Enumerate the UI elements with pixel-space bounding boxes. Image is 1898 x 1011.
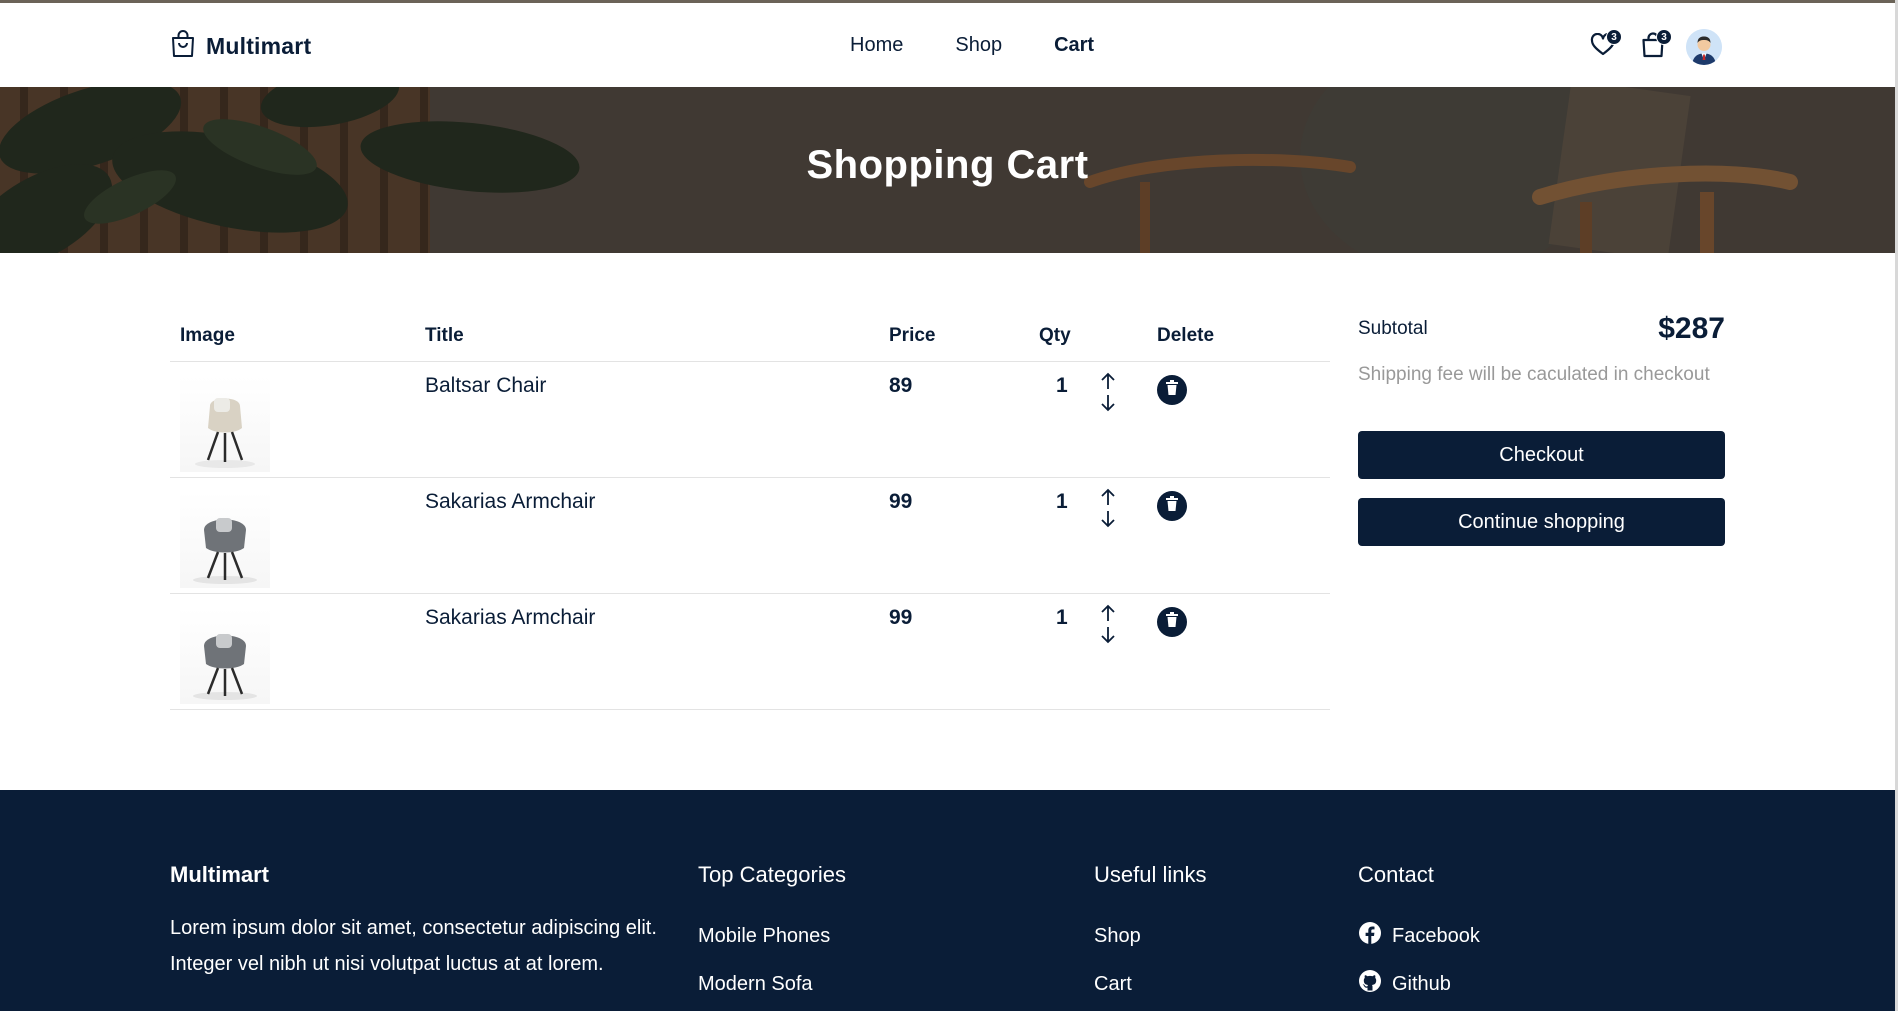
- product-title: Sakarias Armchair: [425, 606, 596, 629]
- product-qty: 1: [1056, 490, 1068, 513]
- order-summary: Subtotal $287 Shipping fee will be cacul…: [1358, 312, 1725, 546]
- product-qty: 1: [1056, 374, 1068, 397]
- facebook-label: Facebook: [1392, 924, 1480, 947]
- delete-button[interactable]: [1157, 491, 1187, 521]
- logo[interactable]: Multimart: [170, 30, 311, 63]
- checkout-button[interactable]: Checkout: [1358, 431, 1725, 479]
- subtotal-row: Subtotal $287: [1358, 312, 1725, 346]
- site-header: Multimart Home Shop Cart 3 3: [0, 3, 1895, 87]
- column-header-title: Title: [425, 325, 464, 346]
- product-image[interactable]: [180, 376, 270, 472]
- footer-categories-title: Top Categories: [698, 862, 846, 887]
- page: Multimart Home Shop Cart 3 3 Shopping Ca…: [0, 0, 1895, 1011]
- nav-shop[interactable]: Shop: [955, 34, 1002, 57]
- wishlist-count-badge: 3: [1606, 29, 1622, 45]
- page-title: Shopping Cart: [806, 143, 1089, 187]
- arrow-down-icon: [1101, 395, 1115, 412]
- main-nav: Home Shop Cart: [850, 34, 1094, 57]
- trash-icon: [1165, 612, 1179, 632]
- column-header-image: Image: [180, 325, 235, 346]
- product-price: 99: [889, 606, 913, 629]
- arrow-up-icon: [1101, 488, 1115, 505]
- column-header-qty: Qty: [1039, 325, 1071, 346]
- site-footer: Multimart Lorem ipsum dolor sit amet, co…: [0, 790, 1895, 1011]
- nav-cart[interactable]: Cart: [1054, 34, 1094, 57]
- cart-button[interactable]: 3: [1638, 29, 1672, 62]
- cart-count-badge: 3: [1656, 29, 1672, 45]
- product-price: 99: [889, 490, 913, 513]
- footer-links-column: Useful links Shop Cart: [1094, 862, 1206, 1008]
- delete-button[interactable]: [1157, 607, 1187, 637]
- footer-link[interactable]: Shop: [1094, 912, 1206, 960]
- footer-categories-column: Top Categories Mobile Phones Modern Sofa: [698, 862, 846, 1008]
- product-title: Baltsar Chair: [425, 374, 547, 397]
- footer-contact-title: Contact: [1358, 862, 1434, 887]
- column-header-price: Price: [889, 325, 936, 346]
- product-qty: 1: [1056, 606, 1068, 629]
- footer-link[interactable]: Modern Sofa: [698, 960, 846, 1008]
- product-title: Sakarias Armchair: [425, 490, 596, 513]
- continue-shopping-button[interactable]: Continue shopping: [1358, 498, 1725, 546]
- footer-description: Lorem ipsum dolor sit amet, consectetur …: [170, 917, 657, 975]
- footer-brand-column: Multimart Lorem ipsum dolor sit amet, co…: [170, 862, 675, 982]
- github-label: Github: [1392, 972, 1451, 995]
- arrow-down-icon: [1101, 627, 1115, 644]
- table-row: Baltsar Chair 89 1: [170, 362, 1330, 478]
- user-avatar[interactable]: [1686, 29, 1722, 65]
- footer-link[interactable]: Mobile Phones: [698, 912, 846, 960]
- arrow-up-icon: [1101, 604, 1115, 621]
- shopping-bag-icon: [170, 30, 196, 63]
- table-row: Sakarias Armchair 99 1: [170, 478, 1330, 594]
- hero-banner: Shopping Cart: [0, 87, 1895, 253]
- table-row: Sakarias Armchair 99 1: [170, 594, 1330, 710]
- product-image[interactable]: [180, 492, 270, 588]
- footer-brand: Multimart: [170, 862, 269, 887]
- subtotal-value: $287: [1658, 312, 1725, 345]
- footer-links-title: Useful links: [1094, 862, 1207, 887]
- github-icon: [1358, 969, 1382, 999]
- header-icons: 3 3: [1588, 29, 1722, 65]
- cart-table: Image Title Price Qty Delete Baltsar Cha…: [170, 320, 1330, 710]
- wishlist-button[interactable]: 3: [1588, 29, 1622, 62]
- window-top-border: [0, 0, 1898, 3]
- column-header-delete: Delete: [1157, 325, 1215, 346]
- qty-stepper[interactable]: [1098, 488, 1118, 528]
- qty-stepper[interactable]: [1098, 372, 1118, 412]
- arrow-up-icon: [1101, 372, 1115, 389]
- facebook-icon: [1358, 921, 1382, 951]
- shipping-note: Shipping fee will be caculated in checko…: [1358, 364, 1710, 385]
- brand-name: Multimart: [206, 33, 312, 59]
- footer-contact-github[interactable]: Github: [1358, 960, 1480, 1008]
- subtotal-label: Subtotal: [1358, 318, 1428, 339]
- table-header: Image Title Price Qty Delete: [170, 320, 1330, 362]
- product-price: 89: [889, 374, 913, 397]
- nav-home[interactable]: Home: [850, 34, 903, 57]
- footer-link[interactable]: Cart: [1094, 960, 1206, 1008]
- footer-contact-column: Contact Facebook Github: [1358, 862, 1480, 1008]
- delete-button[interactable]: [1157, 375, 1187, 405]
- footer-contact-facebook[interactable]: Facebook: [1358, 912, 1480, 960]
- product-image[interactable]: [180, 608, 270, 704]
- qty-stepper[interactable]: [1098, 604, 1118, 644]
- trash-icon: [1165, 380, 1179, 400]
- trash-icon: [1165, 496, 1179, 516]
- arrow-down-icon: [1101, 511, 1115, 528]
